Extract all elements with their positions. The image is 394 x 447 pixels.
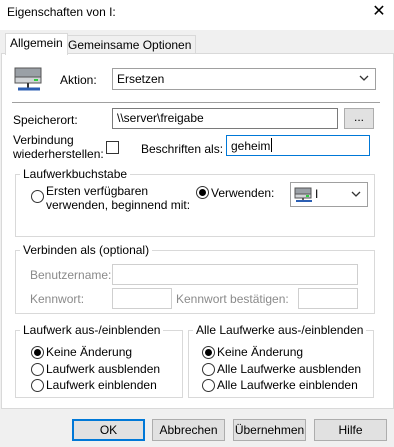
label-as-value-wrap: geheim <box>231 138 273 153</box>
all-hide-radio[interactable] <box>202 363 215 376</box>
chevron-down-icon <box>359 75 369 81</box>
action-select-value: Ersetzen <box>117 72 165 86</box>
drive-no-change-label: Keine Änderung <box>46 345 133 359</box>
reconnect-label-line2: wiederherstellen: <box>13 147 104 161</box>
location-input[interactable]: \\server\freigabe <box>112 108 338 129</box>
label-as-label: Beschriften als: <box>141 142 224 156</box>
use-radio[interactable] <box>196 186 209 199</box>
label-as-input-value: geheim <box>231 139 271 153</box>
drive-letter-value: I <box>315 187 319 201</box>
action-label: Aktion: <box>60 73 97 87</box>
all-show-label: Alle Laufwerke einblenden <box>217 378 358 392</box>
cancel-button[interactable]: Abbrechen <box>152 419 225 441</box>
username-input[interactable] <box>112 264 358 285</box>
drive-letter-select[interactable]: I <box>290 182 368 207</box>
all-no-change-radio[interactable] <box>202 346 215 359</box>
show-hide-all-legend: Alle Laufwerke aus-/einblenden <box>193 323 367 337</box>
drive-hide-label: Laufwerk ausblenden <box>46 362 161 376</box>
password-label: Kennwort: <box>30 292 85 306</box>
show-hide-drive-legend: Laufwerk aus-/einblenden <box>20 323 164 337</box>
help-button[interactable]: Hilfe <box>314 419 387 441</box>
first-available-label-line2: verwenden, beginnend mit: <box>46 198 191 212</box>
separator <box>12 102 380 103</box>
close-button[interactable]: ✕ <box>364 2 394 24</box>
first-available-label-line1: Ersten verfügbaren <box>46 184 149 198</box>
location-input-value: \\server\freigabe <box>117 111 204 125</box>
browse-button[interactable]: ... <box>344 108 374 129</box>
reconnect-checkbox[interactable] <box>106 141 119 154</box>
username-label: Benutzername: <box>30 268 112 282</box>
chevron-down-icon <box>351 191 361 197</box>
use-label: Verwenden: <box>211 186 275 200</box>
window-title: Eigenschaften von I: <box>7 5 116 19</box>
apply-button-label: Übernehmen <box>234 423 305 437</box>
action-select[interactable]: Ersetzen <box>112 68 376 90</box>
all-hide-label: Alle Laufwerke ausblenden <box>217 362 362 376</box>
drive-letter-legend: Laufwerkbuchstabe <box>20 167 131 181</box>
help-button-label: Hilfe <box>338 423 363 437</box>
drive-hide-radio[interactable] <box>31 363 44 376</box>
all-show-radio[interactable] <box>202 379 215 392</box>
confirm-password-input[interactable] <box>298 288 358 309</box>
password-input[interactable] <box>112 288 172 309</box>
network-drive-icon <box>294 187 312 202</box>
reconnect-label-line1: Verbindung <box>13 133 74 147</box>
browse-button-label: ... <box>353 110 364 124</box>
drive-show-radio[interactable] <box>31 379 44 392</box>
drive-no-change-radio[interactable] <box>31 346 44 359</box>
label-as-input[interactable]: geheim <box>226 135 370 156</box>
cancel-button-label: Abbrechen <box>159 423 218 437</box>
text-caret <box>271 138 273 152</box>
apply-button[interactable]: Übernehmen <box>233 419 306 441</box>
ok-button[interactable]: OK <box>72 419 145 441</box>
ok-button-label: OK <box>99 423 118 437</box>
close-icon: ✕ <box>372 3 386 20</box>
tab-allgemein-label: Allgemein <box>10 36 63 50</box>
connect-as-legend: Verbinden als (optional) <box>20 243 153 257</box>
network-drive-icon <box>14 67 42 91</box>
tab-gemeinsame-optionen[interactable]: Gemeinsame Optionen <box>63 35 197 53</box>
drive-show-label: Laufwerk einblenden <box>46 378 157 392</box>
confirm-password-label: Kennwort bestätigen: <box>176 292 289 306</box>
tab-gemeinsame-optionen-label: Gemeinsame Optionen <box>68 38 192 52</box>
first-available-radio[interactable] <box>31 190 44 203</box>
tab-allgemein[interactable]: Allgemein <box>5 33 68 55</box>
all-no-change-label: Keine Änderung <box>217 345 304 359</box>
location-label: Speicherort: <box>13 113 78 127</box>
title-bar: Eigenschaften von I: ✕ <box>0 0 394 30</box>
